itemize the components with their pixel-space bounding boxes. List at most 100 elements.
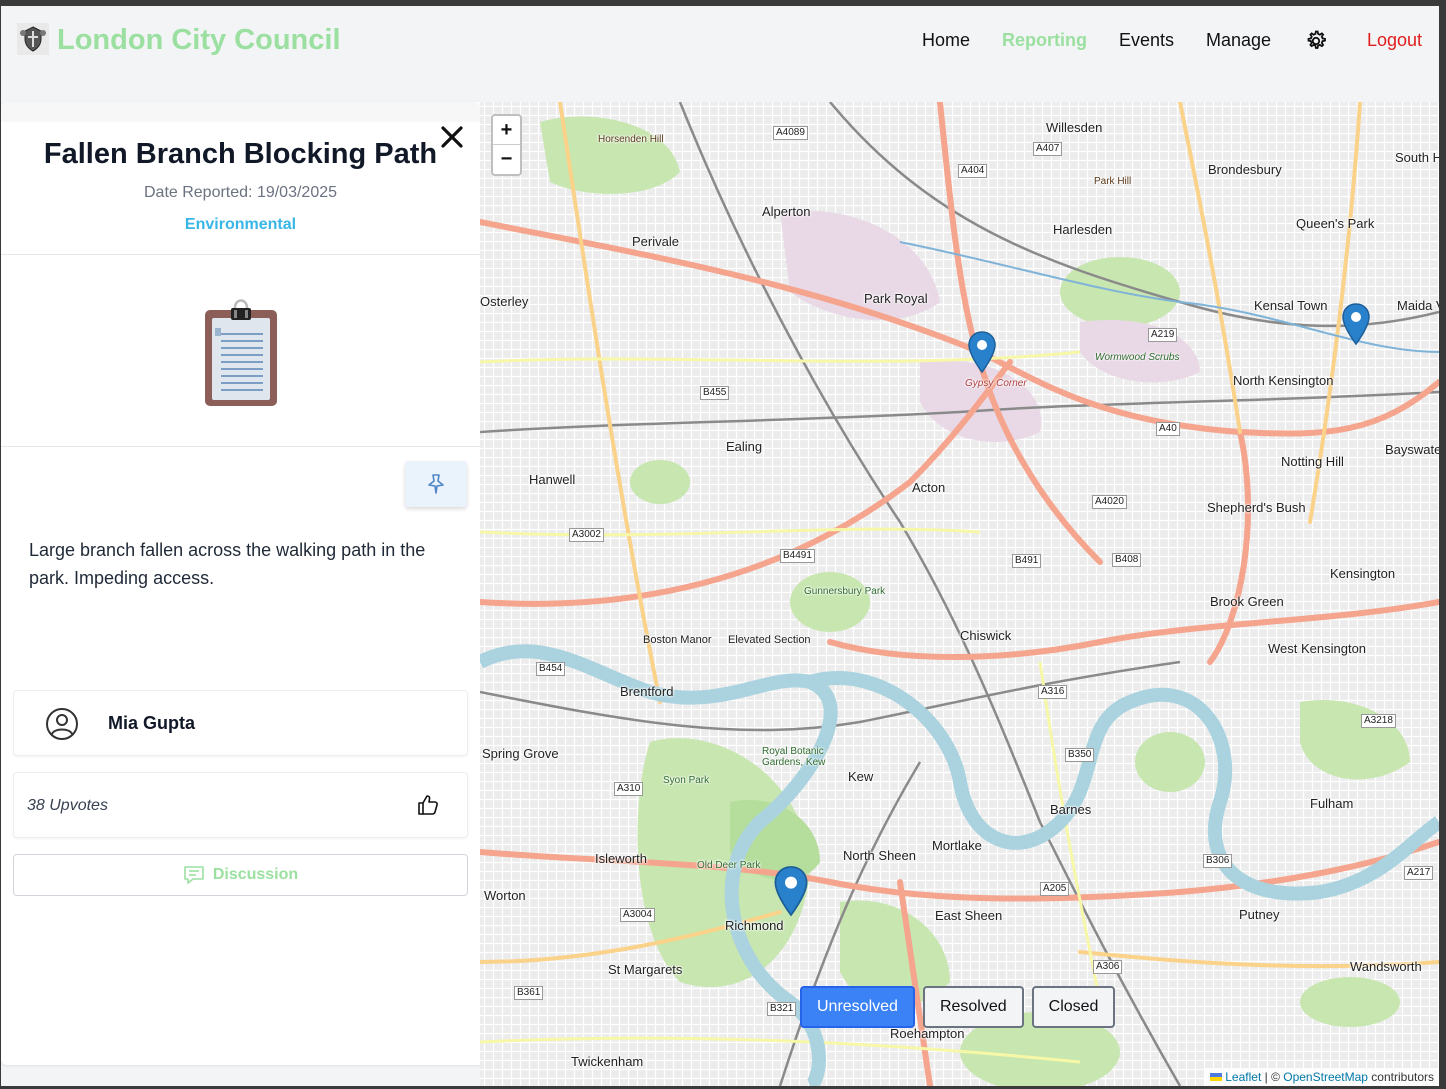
- map-road-label: A310: [614, 782, 644, 796]
- zoom-in-button[interactable]: +: [493, 116, 520, 145]
- map-place-label: Alperton: [762, 204, 811, 219]
- nav-manage[interactable]: Manage: [1206, 30, 1271, 51]
- map-place-label: Brook Green: [1210, 594, 1284, 609]
- divider: [1, 446, 480, 447]
- map-place-label: North Kensington: [1233, 373, 1334, 388]
- top-navbar: London City Council Home Reporting Event…: [1, 6, 1439, 76]
- map-place-label: Royal Botanic Gardens, Kew: [762, 746, 826, 768]
- report-detail-panel: Fallen Branch Blocking Path Date Reporte…: [1, 102, 480, 1065]
- pin-icon: [428, 474, 444, 494]
- report-category: Environmental: [184, 216, 297, 233]
- map-place-label: Brondesbury: [1208, 162, 1282, 177]
- map-road-label: A316: [1038, 685, 1068, 699]
- map-place-label: Syon Park: [663, 775, 710, 786]
- upvote-card: 38 Upvotes: [13, 772, 468, 838]
- map-place-label: Twickenham: [571, 1054, 644, 1069]
- map-place-label: Gunnersbury Park: [804, 586, 886, 597]
- map-road-label: A4089: [773, 126, 808, 140]
- map-road-label: A205: [1040, 882, 1070, 896]
- app-window: London City Council Home Reporting Event…: [1, 6, 1439, 1086]
- status-filter-group: Unresolved Resolved Closed: [800, 986, 1116, 1028]
- nav-home[interactable]: Home: [922, 30, 970, 51]
- map-place-label: Notting Hill: [1281, 454, 1344, 469]
- map-road-label: A3218: [1361, 714, 1396, 728]
- map-road-label: A40: [1156, 422, 1180, 436]
- map-place-label: Queen's Park: [1296, 216, 1375, 231]
- map-place-label: Putney: [1239, 907, 1280, 922]
- map-place-label: Ealing: [726, 439, 763, 454]
- divider: [1, 254, 480, 255]
- gear-icon[interactable]: [1304, 29, 1328, 53]
- brand-title[interactable]: London City Council: [57, 24, 341, 57]
- map-place-label: Harlesden: [1053, 222, 1113, 237]
- map-place-label: Shepherd's Bush: [1207, 500, 1306, 515]
- map-place-label: West Kensington: [1268, 641, 1367, 656]
- map-place-label: Old Deer Park: [697, 860, 761, 871]
- map-place-label: North Sheen: [843, 848, 916, 863]
- map-road-label: B321: [767, 1002, 797, 1016]
- map-place-label: Brentford: [620, 684, 674, 699]
- map-road-label: A306: [1093, 960, 1123, 974]
- discussion-button[interactable]: Discussion: [13, 854, 468, 896]
- map-place-label: Kew: [848, 769, 874, 784]
- map-road-label: A3004: [620, 908, 655, 922]
- map-road-label: B361: [514, 986, 544, 1000]
- attribution-suffix: contributors: [1367, 1070, 1434, 1084]
- nav-reporting[interactable]: Reporting: [1002, 30, 1087, 51]
- map-road-label: B491: [1012, 554, 1042, 568]
- nav-logout[interactable]: Logout: [1367, 30, 1422, 51]
- report-description: Large branch fallen across the walking p…: [29, 540, 426, 588]
- filter-unresolved-button[interactable]: Unresolved: [800, 986, 915, 1028]
- attribution-separator: | ©: [1261, 1070, 1284, 1084]
- report-date: Date Reported: 19/03/2025: [143, 184, 338, 201]
- map-place-label: Chiswick: [960, 628, 1012, 643]
- map-place-label: St Margarets: [608, 962, 683, 977]
- discussion-label: Discussion: [212, 866, 299, 883]
- map-road-label: A3002: [569, 528, 604, 542]
- zoom-control: + −: [491, 114, 522, 176]
- map-road-label: A407: [1033, 142, 1063, 156]
- nav-events[interactable]: Events: [1119, 30, 1174, 51]
- chat-bubble-icon: [184, 866, 204, 884]
- map-road-label: A4020: [1092, 495, 1127, 509]
- council-crest-icon[interactable]: [17, 23, 49, 55]
- map-road-label: B455: [700, 386, 730, 400]
- map-place-label: Richmond: [725, 918, 784, 933]
- map-place-label: South Hampstead: [1395, 150, 1439, 165]
- report-marker-icon[interactable]: [1341, 302, 1371, 346]
- filter-resolved-button[interactable]: Resolved: [922, 986, 1024, 1028]
- report-title: Fallen Branch Blocking Path: [43, 138, 438, 170]
- map-road-label: A217: [1404, 866, 1434, 880]
- leaflet-link[interactable]: Leaflet: [1225, 1070, 1261, 1084]
- map-road-label: B4491: [780, 549, 815, 563]
- clipboard-icon: [205, 299, 277, 406]
- map-road-label: A219: [1148, 328, 1178, 342]
- osm-link[interactable]: OpenStreetMap: [1283, 1070, 1368, 1084]
- map-place-label: Perivale: [632, 234, 679, 249]
- map-place-label: Roehampton: [890, 1026, 965, 1041]
- ukraine-flag-icon: [1209, 1073, 1222, 1081]
- filter-closed-button[interactable]: Closed: [1031, 986, 1116, 1028]
- pin-report-button[interactable]: [405, 461, 467, 507]
- report-marker-icon[interactable]: [967, 330, 997, 374]
- map-place-label: Maida Vale: [1397, 298, 1439, 313]
- map-road-label: B306: [1203, 854, 1233, 868]
- report-marker-selected-icon[interactable]: [773, 864, 809, 918]
- upvote-count: 38 Upvotes: [27, 797, 108, 814]
- map-place-label: Park Royal: [864, 291, 928, 306]
- map-place-label: Acton: [912, 480, 946, 495]
- map-road-label: B350: [1065, 748, 1095, 762]
- map-place-label: East Sheen: [935, 908, 1003, 923]
- zoom-out-button[interactable]: −: [493, 145, 520, 174]
- map-view[interactable]: + − Willesden Brondesbury Harlesden Quee…: [480, 102, 1439, 1086]
- map-place-label: Spring Grove: [482, 746, 559, 761]
- map-place-label: Kensington: [1330, 566, 1396, 581]
- thumbs-up-icon[interactable]: [416, 793, 440, 817]
- map-place-label: Worton: [484, 888, 526, 903]
- map-place-label: Willesden: [1046, 120, 1103, 135]
- map-place-label: Boston Manor: [643, 634, 712, 646]
- map-place-label: Park Hill: [1094, 176, 1132, 187]
- map-place-label: Wormwood Scrubs: [1095, 352, 1180, 363]
- map-tiles[interactable]: [480, 102, 1439, 1086]
- map-place-label: Isleworth: [595, 851, 648, 866]
